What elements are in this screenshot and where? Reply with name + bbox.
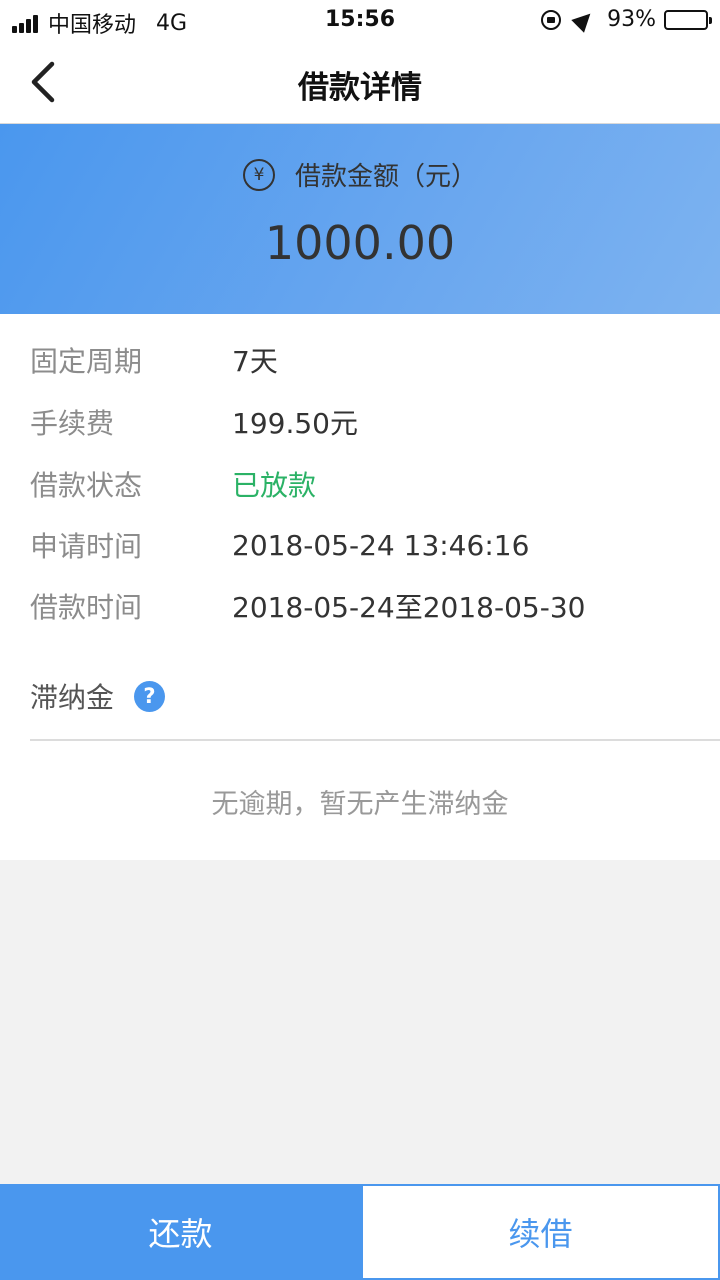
loan-details-card: 固定周期 7天 手续费 199.50元 借款状态 已放款 申请时间 2018-0… — [0, 314, 720, 860]
page-title: 借款详情 — [298, 70, 422, 106]
detail-row-loan-period: 借款时间 2018-05-24至2018-05-30 — [30, 586, 585, 626]
nav-bar: 借款详情 — [0, 40, 720, 124]
bottom-action-bar: 还款 续借 — [0, 1184, 720, 1280]
loan-amount-value: 1000.00 — [264, 216, 456, 270]
yen-icon: ¥ — [242, 158, 275, 191]
status-bar: 中国移动 4G 15:56 93% — [0, 0, 720, 40]
detail-row-status: 借款状态 已放款 — [30, 464, 316, 504]
detail-value: 199.50元 — [232, 407, 358, 440]
status-value: 已放款 — [232, 469, 317, 502]
status-right: 93% — [541, 6, 712, 33]
detail-value: 2018-05-24 13:46:16 — [232, 528, 530, 562]
divider — [30, 739, 720, 741]
loan-amount-label-row: ¥ 借款金额（元） — [0, 156, 720, 193]
detail-row-fee: 手续费 199.50元 — [30, 402, 358, 442]
detail-label: 借款状态 — [30, 469, 143, 502]
question-mark-icon[interactable]: ? — [134, 680, 166, 712]
renew-button[interactable]: 续借 — [361, 1184, 720, 1280]
battery-percent: 93% — [607, 7, 656, 32]
detail-value: 7天 — [232, 345, 278, 378]
detail-label: 申请时间 — [30, 530, 143, 563]
repay-button[interactable]: 还款 — [0, 1184, 361, 1280]
detail-label: 固定周期 — [30, 345, 143, 378]
loan-amount-banner: ¥ 借款金额（元） 1000.00 — [0, 124, 720, 314]
detail-label: 借款时间 — [30, 591, 143, 624]
battery-icon — [664, 9, 712, 30]
loan-amount-label: 借款金额（元） — [294, 162, 477, 192]
late-fee-header: 滞纳金 ? — [30, 676, 166, 716]
detail-label: 手续费 — [30, 407, 115, 440]
detail-row-period: 固定周期 7天 — [30, 340, 278, 380]
late-fee-label: 滞纳金 — [30, 681, 115, 714]
late-fee-empty-text: 无逾期，暂无产生滞纳金 — [211, 789, 509, 820]
detail-value: 2018-05-24至2018-05-30 — [232, 591, 586, 624]
location-arrow-icon — [571, 6, 597, 33]
detail-row-apply-time: 申请时间 2018-05-24 13:46:16 — [30, 525, 529, 565]
rotation-lock-icon — [541, 9, 562, 30]
